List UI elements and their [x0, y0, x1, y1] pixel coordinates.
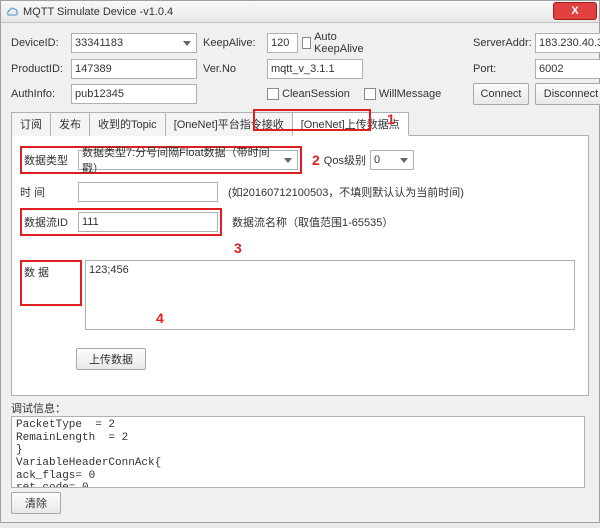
connect-button[interactable]: Connect: [473, 83, 529, 105]
datatype-label: 数据类型: [24, 152, 78, 168]
clear-button[interactable]: 清除: [11, 492, 61, 514]
streamid-input[interactable]: 111: [78, 212, 218, 232]
willmessage-check[interactable]: WillMessage: [364, 88, 441, 100]
productid-input[interactable]: 147389: [71, 59, 197, 79]
serveraddr-label: ServerAddr:: [473, 37, 531, 49]
productid-label: ProductID:: [11, 63, 65, 75]
data-row: 数 据: [20, 260, 580, 330]
time-input[interactable]: [78, 182, 218, 202]
time-label: 时 间: [20, 184, 74, 200]
port-input[interactable]: 6002: [535, 59, 600, 79]
checkbox-icon: [267, 88, 279, 100]
tab-subscribe[interactable]: 订阅: [11, 112, 51, 136]
annotation-1: 1: [387, 111, 395, 127]
checkbox-icon: [364, 88, 376, 100]
autokeep-check[interactable]: Auto KeepAlive: [302, 31, 367, 55]
cleansession-check[interactable]: CleanSession: [267, 88, 350, 100]
tab-bar: 订阅 发布 收到的Topic [OneNet]平台指令接收 [OneNet]上传…: [11, 111, 589, 136]
upload-row: 上传数据: [76, 348, 580, 370]
close-button[interactable]: X: [553, 2, 597, 20]
content-area: DeviceID: 33341183 KeepAlive: 120 Auto K…: [1, 23, 599, 528]
header-row-2: ProductID: 147389 Ver.No mqtt_v_3.1.1 Po…: [11, 59, 589, 79]
tab-onenet-cmd[interactable]: [OneNet]平台指令接收: [165, 112, 293, 136]
deviceid-label: DeviceID:: [11, 37, 65, 49]
authinfo-input[interactable]: pub12345: [71, 84, 197, 104]
app-icon: [5, 5, 19, 19]
qos-label: Qos级别: [324, 152, 366, 168]
checkbox-icon: [302, 37, 311, 49]
time-row: 时 间 (如20160712100503，不填则默认认为当前时间): [20, 182, 580, 202]
datatype-row: 数据类型 数据类型7:分号间隔Float数据（带时间戳） 2 Qos级别 0: [20, 146, 580, 174]
streamid-hint: 数据流名称（取值范围1-65535）: [232, 214, 393, 230]
streamid-label: 数据流ID: [24, 214, 78, 230]
time-hint: (如20160712100503，不填则默认认为当前时间): [228, 184, 464, 200]
deviceid-combo[interactable]: 33341183: [71, 33, 197, 53]
annotation-4: 4: [156, 310, 164, 326]
keepalive-input[interactable]: 120: [267, 33, 298, 53]
verno-input[interactable]: mqtt_v_3.1.1: [267, 59, 363, 79]
debug-label: 调试信息：: [11, 400, 589, 416]
app-window: MQTT Simulate Device -v1.0.4 X DeviceID:…: [0, 0, 600, 523]
verno-label: Ver.No: [203, 63, 263, 75]
streamid-row: 数据流ID 111 数据流名称（取值范围1-65535）: [20, 208, 580, 236]
annotation-box-2: 数据类型 数据类型7:分号间隔Float数据（带时间戳）: [20, 146, 302, 174]
annotation-box-3: 数据流ID 111: [20, 208, 222, 236]
tab-publish[interactable]: 发布: [50, 112, 90, 136]
upload-button[interactable]: 上传数据: [76, 348, 146, 370]
keepalive-label: KeepAlive:: [203, 37, 263, 49]
tab-received-topic[interactable]: 收到的Topic: [89, 112, 166, 136]
annotation-box-4: 数 据: [20, 260, 82, 306]
header-row-3: AuthInfo: pub12345 CleanSession WillMess…: [11, 83, 589, 105]
debug-output: PacketType = 2 RemainLength = 2 } Variab…: [11, 416, 585, 488]
serveraddr-input[interactable]: 183.230.40.39: [535, 33, 600, 53]
annotation-3: 3: [234, 240, 242, 256]
authinfo-label: AuthInfo:: [11, 88, 65, 100]
titlebar: MQTT Simulate Device -v1.0.4 X: [1, 1, 599, 23]
port-label: Port:: [473, 63, 531, 75]
disconnect-button[interactable]: Disconnect: [535, 83, 600, 105]
qos-combo[interactable]: 0: [370, 150, 414, 170]
data-label: 数 据: [24, 264, 78, 280]
window-title: MQTT Simulate Device -v1.0.4: [23, 6, 595, 18]
annotation-2: 2: [312, 152, 320, 168]
header-row-1: DeviceID: 33341183 KeepAlive: 120 Auto K…: [11, 31, 589, 55]
datatype-combo[interactable]: 数据类型7:分号间隔Float数据（带时间戳）: [78, 150, 298, 170]
tab-panel: 数据类型 数据类型7:分号间隔Float数据（带时间戳） 2 Qos级别 0 时…: [11, 136, 589, 396]
